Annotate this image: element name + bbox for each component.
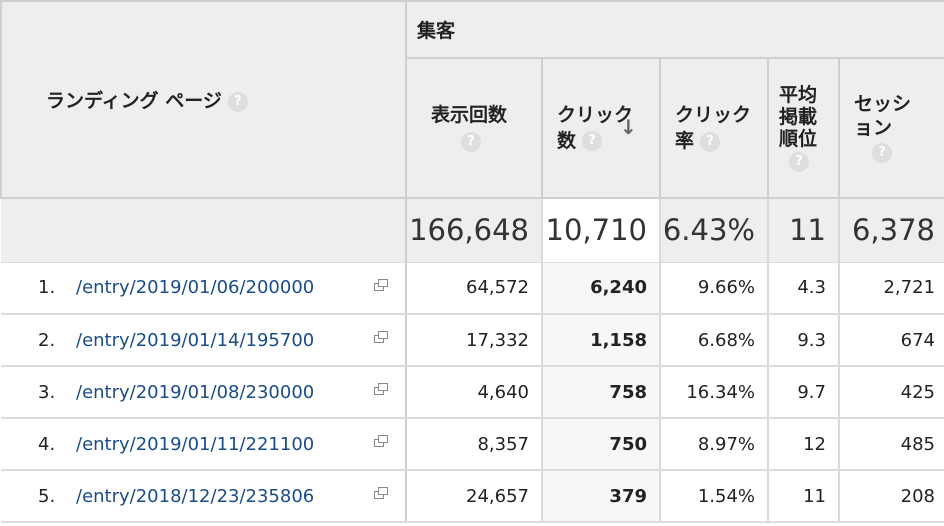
help-icon[interactable]: ? bbox=[789, 151, 809, 172]
impressions-header-label: 表示回数 bbox=[431, 104, 508, 126]
avg-position-header-label-line1: 平均 bbox=[779, 84, 818, 106]
clicks-header-label-line2: 数 bbox=[557, 129, 577, 152]
landing-page-cell: 4. /entry/2019/01/11/221100 bbox=[1, 418, 407, 471]
header-landing-page[interactable]: ランディング ページ? bbox=[0, 0, 407, 199]
sessions-cell: 674 bbox=[837, 314, 944, 367]
ctr-cell: 1.54% bbox=[659, 470, 768, 523]
open-in-new-icon[interactable] bbox=[374, 383, 388, 395]
header-group-acquisition: 集客 bbox=[404, 0, 944, 59]
total-ctr: 6.43% bbox=[659, 197, 768, 263]
row-index: 5. bbox=[38, 485, 56, 507]
table-row: 3. /entry/2019/01/08/230000 4,640 758 16.… bbox=[1, 366, 944, 419]
help-icon[interactable]: ? bbox=[461, 131, 481, 152]
report-table-container: ランディング ページ? 集客 表示回数 ? クリック 数 ? ↓ クリック 率? 平… bbox=[0, 0, 944, 526]
table-row: 4. /entry/2019/01/11/221100 8,357 750 8.9… bbox=[1, 418, 944, 471]
ctr-cell: 16.34% bbox=[659, 366, 768, 419]
header-impressions[interactable]: 表示回数 ? bbox=[405, 57, 543, 199]
avg-position-cell: 4.3 bbox=[767, 262, 839, 315]
open-in-new-icon[interactable] bbox=[374, 487, 388, 499]
impressions-cell: 8,357 bbox=[405, 418, 542, 471]
avg-position-cell: 11 bbox=[767, 470, 839, 523]
impressions-cell: 4,640 bbox=[405, 366, 542, 419]
sessions-cell: 425 bbox=[837, 366, 944, 419]
header-sessions[interactable]: セッシ ョン ? bbox=[837, 57, 944, 199]
landing-page-cell: 2. /entry/2019/01/14/195700 bbox=[1, 314, 407, 367]
clicks-cell: 1,158 bbox=[541, 314, 660, 367]
sessions-header-label-line1: セッシ bbox=[854, 93, 912, 115]
clicks-cell: 379 bbox=[541, 470, 660, 523]
totals-row: 166,648 10,710 6.43% 11 6,378 bbox=[1, 197, 944, 263]
sessions-cell: 208 bbox=[837, 470, 944, 523]
clicks-cell: 6,240 bbox=[541, 262, 660, 315]
help-icon[interactable]: ? bbox=[872, 142, 892, 163]
open-in-new-icon[interactable] bbox=[374, 435, 388, 447]
row-index: 4. bbox=[38, 433, 56, 455]
total-avg-position: 11 bbox=[767, 197, 839, 263]
help-icon[interactable]: ? bbox=[582, 131, 603, 152]
landing-page-report-table: ランディング ページ? 集客 表示回数 ? クリック 数 ? ↓ クリック 率? 平… bbox=[0, 0, 944, 523]
impressions-cell: 17,332 bbox=[405, 314, 542, 367]
landing-page-link[interactable]: /entry/2019/01/11/221100 bbox=[76, 434, 314, 455]
landing-page-link[interactable]: /entry/2019/01/08/230000 bbox=[76, 382, 314, 403]
landing-page-cell: 3. /entry/2019/01/08/230000 bbox=[1, 366, 407, 419]
table-row: 1./entry/2019/01/06/200000 64,572 6,240 … bbox=[1, 262, 944, 315]
total-impressions: 166,648 bbox=[405, 197, 542, 263]
table-row: 5. /entry/2018/12/23/235806 24,657 379 1.… bbox=[1, 470, 944, 523]
row-index: 2. bbox=[38, 329, 56, 351]
clicks-cell: 750 bbox=[541, 418, 660, 471]
sessions-header-label-line2: ョン bbox=[854, 117, 893, 139]
row-index: 3. bbox=[38, 381, 56, 403]
header-clicks[interactable]: クリック 数 ?↓ bbox=[541, 57, 661, 199]
table-row: 2./entry/2019/01/14/195700 17,332 1,158 … bbox=[1, 314, 944, 367]
ctr-cell: 6.68% bbox=[659, 314, 768, 367]
impressions-cell: 64,572 bbox=[405, 262, 542, 315]
row-index: 1. bbox=[38, 277, 56, 299]
landing-page-cell: 1. /entry/2019/01/06/200000 bbox=[1, 262, 407, 315]
landing-page-link[interactable]: /entry/2018/12/23/235806 bbox=[76, 486, 314, 507]
open-in-new-icon[interactable] bbox=[374, 331, 388, 343]
help-icon[interactable]: ? bbox=[700, 131, 721, 152]
avg-position-cell: 9.3 bbox=[767, 314, 839, 367]
open-in-new-icon[interactable] bbox=[374, 278, 388, 291]
landing-page-link[interactable]: /entry/2019/01/06/200000 bbox=[76, 277, 314, 298]
help-icon[interactable]: ? bbox=[227, 91, 248, 112]
impressions-cell: 24,657 bbox=[405, 470, 542, 523]
ctr-cell: 9.66% bbox=[659, 262, 768, 315]
ctr-header-label-line2: 率 bbox=[675, 130, 695, 152]
avg-position-cell: 9.7 bbox=[767, 366, 839, 419]
landing-page-link[interactable]: /entry/2019/01/14/195700 bbox=[76, 330, 314, 351]
landing-page-header-label: ランディング ページ bbox=[46, 90, 222, 112]
clicks-cell: 758 bbox=[541, 366, 660, 419]
avg-position-header-label-line2: 掲載 bbox=[779, 106, 818, 128]
landing-page-cell: 5. /entry/2018/12/23/235806 bbox=[1, 470, 407, 523]
header-avg-position[interactable]: 平均 掲載 順位 ? bbox=[767, 57, 840, 199]
avg-position-cell: 12 bbox=[767, 418, 839, 471]
total-sessions: 6,378 bbox=[837, 197, 944, 263]
sort-desc-icon[interactable]: ↓ bbox=[620, 114, 637, 140]
ctr-header-label-line1: クリック bbox=[675, 104, 752, 126]
acquisition-group-label: 集客 bbox=[417, 20, 456, 42]
avg-position-header-label-line3: 順位 bbox=[779, 128, 818, 150]
sessions-cell: 2,721 bbox=[837, 262, 944, 315]
ctr-cell: 8.97% bbox=[659, 418, 768, 471]
header-ctr[interactable]: クリック 率? bbox=[659, 57, 769, 199]
totals-label-cell bbox=[1, 197, 407, 263]
sessions-cell: 485 bbox=[837, 418, 944, 471]
total-clicks: 10,710 bbox=[541, 197, 660, 263]
